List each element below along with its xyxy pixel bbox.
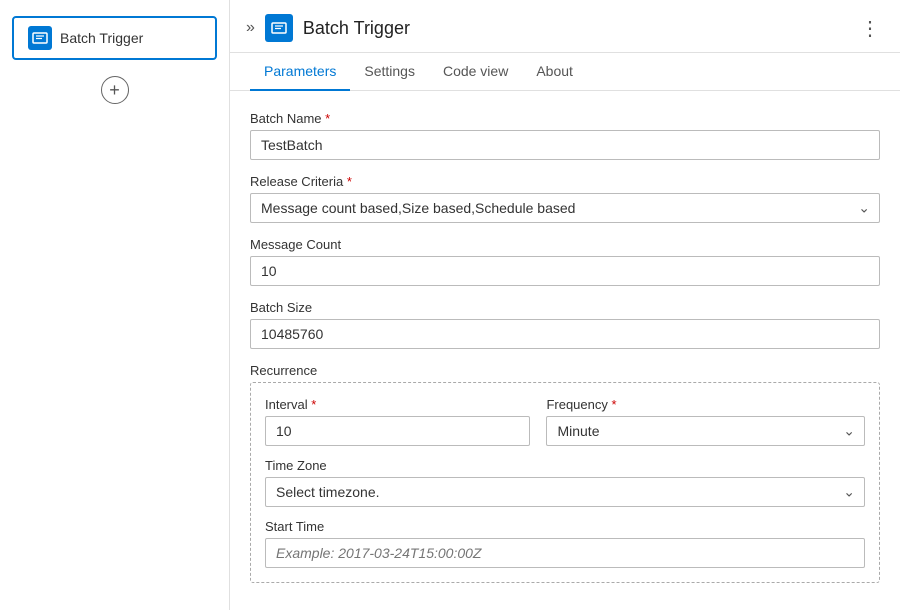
- interval-field: Interval *: [265, 397, 530, 446]
- timezone-label: Time Zone: [265, 458, 865, 473]
- start-time-field: Start Time: [265, 519, 865, 568]
- batch-size-input[interactable]: [250, 319, 880, 349]
- release-criteria-select-wrapper: Message count based,Size based,Schedule …: [250, 193, 880, 223]
- header-trigger-icon: [265, 14, 293, 42]
- batch-name-label: Batch Name *: [250, 111, 880, 126]
- more-options-icon[interactable]: ⋮: [860, 16, 880, 41]
- frequency-select-wrapper: Minute Hour Day Week Month ⌄: [546, 416, 865, 446]
- tab-settings[interactable]: Settings: [350, 53, 429, 91]
- message-count-input[interactable]: [250, 256, 880, 286]
- tabs-bar: Parameters Settings Code view About: [230, 53, 900, 91]
- release-criteria-label: Release Criteria *: [250, 174, 880, 189]
- tab-about[interactable]: About: [522, 53, 587, 91]
- start-time-label: Start Time: [265, 519, 865, 534]
- left-panel: Batch Trigger +: [0, 0, 230, 610]
- frequency-select[interactable]: Minute Hour Day Week Month: [546, 416, 865, 446]
- frequency-label: Frequency *: [546, 397, 865, 412]
- tab-parameters[interactable]: Parameters: [250, 53, 350, 91]
- trigger-icon: [28, 26, 52, 50]
- right-panel: » Batch Trigger ⋮ Parameters Settings Co…: [230, 0, 900, 610]
- message-count-label: Message Count: [250, 237, 880, 252]
- timezone-select-wrapper: Select timezone. ⌄: [265, 477, 865, 507]
- interval-frequency-row: Interval * Frequency * Minute Hour D: [265, 397, 865, 446]
- batch-name-input[interactable]: [250, 130, 880, 160]
- panel-title: Batch Trigger: [303, 18, 850, 39]
- tab-code-view[interactable]: Code view: [429, 53, 522, 91]
- timezone-select[interactable]: Select timezone.: [265, 477, 865, 507]
- release-criteria-select[interactable]: Message count based,Size based,Schedule …: [250, 193, 880, 223]
- timezone-field: Time Zone Select timezone. ⌄: [265, 458, 865, 507]
- recurrence-label: Recurrence: [250, 363, 880, 378]
- recurrence-box: Interval * Frequency * Minute Hour D: [250, 382, 880, 583]
- recurrence-section: Recurrence Interval * Frequency *: [250, 363, 880, 583]
- interval-input[interactable]: [265, 416, 530, 446]
- expand-icon[interactable]: »: [246, 19, 255, 37]
- add-button[interactable]: +: [101, 76, 129, 104]
- batch-size-field: Batch Size: [250, 300, 880, 349]
- release-criteria-field: Release Criteria * Message count based,S…: [250, 174, 880, 223]
- batch-trigger-card[interactable]: Batch Trigger: [12, 16, 217, 60]
- panel-header: » Batch Trigger ⋮: [230, 0, 900, 53]
- batch-size-label: Batch Size: [250, 300, 880, 315]
- batch-name-field: Batch Name *: [250, 111, 880, 160]
- start-time-input[interactable]: [265, 538, 865, 568]
- frequency-field: Frequency * Minute Hour Day Week Month ⌄: [546, 397, 865, 446]
- trigger-card-label: Batch Trigger: [60, 30, 143, 46]
- interval-label: Interval *: [265, 397, 530, 412]
- message-count-field: Message Count: [250, 237, 880, 286]
- form-area: Batch Name * Release Criteria * Message …: [230, 91, 900, 603]
